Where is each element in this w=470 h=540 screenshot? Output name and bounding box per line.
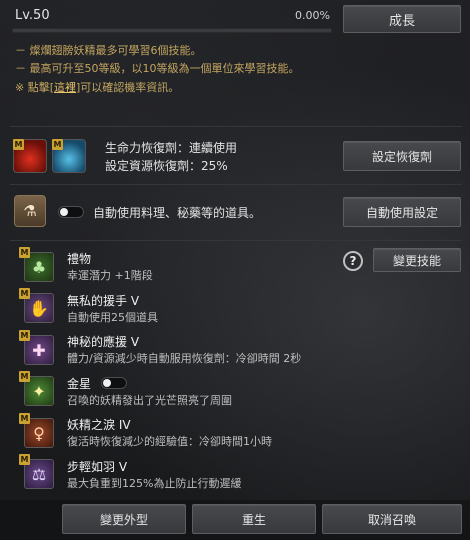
m-badge: M <box>19 413 30 424</box>
info-line-3: ※ 點擊[這裡]可以確認機率資訊。 <box>15 79 179 95</box>
skill-name: 妖精之淚 IV <box>67 418 131 432</box>
skill-row-icon[interactable]: ✦ M <box>19 371 54 406</box>
skill-desc: 復活時恢復減少的經驗值：冷卻時間1小時 <box>67 435 272 448</box>
fairy-panel: Lv.50 0.00% 成長 － 燦爛翅膀妖精最多可學習6個技能。 － 最高可升… <box>0 0 470 540</box>
level-label: Lv.50 <box>15 8 50 23</box>
skill-row-icon[interactable]: ✋ M <box>19 288 54 323</box>
skill-desc: 召喚的妖精發出了光芒照亮了周圍 <box>67 394 232 407</box>
skill-row-icon[interactable]: ♣ M <box>19 247 54 282</box>
skill-row-icon[interactable]: ♀ M <box>19 413 54 448</box>
skill-desc: 體力/資源減少時自動服用恢復劑：冷卻時間 2秒 <box>67 352 302 365</box>
skill-row-icon[interactable]: ✚ M <box>19 330 54 365</box>
feather-weight-icon: ⚖ <box>31 464 47 484</box>
grow-button[interactable]: 成長 <box>343 5 461 33</box>
auto-use-settings-button[interactable]: 自動使用設定 <box>343 197 461 227</box>
divider <box>10 126 462 127</box>
auto-use-item-slot[interactable]: ⚗ <box>14 195 46 227</box>
change-appearance-button[interactable]: 變更外型 <box>62 504 186 534</box>
m-badge: M <box>19 330 30 341</box>
skill-name: 無私的援手 V <box>67 294 140 308</box>
hp-potion-setting: 生命力恢復劑：連續使用 <box>105 141 238 155</box>
toggle-knob <box>60 208 68 216</box>
exp-bar <box>12 28 332 33</box>
help-icon[interactable]: ? <box>343 251 363 271</box>
toggle-knob <box>103 379 111 387</box>
exp-percent: 0.00% <box>295 9 330 22</box>
divider <box>10 184 462 185</box>
skill-name: 神秘的應援 V <box>67 335 140 349</box>
resource-potion-setting: 設定資源恢復劑：25% <box>105 159 228 173</box>
potion-cheer-icon: ✚ <box>32 340 46 360</box>
info-line-1: － 燦爛翅膀妖精最多可學習6個技能。 <box>15 44 202 57</box>
skill-desc: 自動使用25個道具 <box>67 311 158 324</box>
info-line-3-suffix: ]可以確認機率資訊。 <box>76 81 180 94</box>
auto-use-label: 自動使用料理、秘藥等的道具。 <box>93 206 262 220</box>
skill-desc: 最大負重到125%為止防止行動遲緩 <box>67 477 242 490</box>
flask-gear-icon: ⚗ <box>23 202 37 220</box>
m-badge: M <box>52 139 63 150</box>
tear-icon: ♀ <box>33 423 45 443</box>
skill-name: 金星 <box>67 377 92 391</box>
m-badge: M <box>19 247 30 258</box>
info-line-2: － 最高可升至50等級，以10等級為一個單位來學習技能。 <box>15 62 300 75</box>
dismiss-summon-button[interactable]: 取消召喚 <box>322 504 462 534</box>
lantern-icon: ✦ <box>32 381 46 401</box>
skill-name: 禮物 <box>67 252 92 266</box>
rebirth-button[interactable]: 重生 <box>192 504 316 534</box>
m-badge: M <box>13 139 24 150</box>
divider <box>10 240 462 241</box>
skill-name: 步輕如羽 V <box>67 460 128 474</box>
m-badge: M <box>19 371 30 382</box>
venus-toggle[interactable] <box>101 377 127 389</box>
skill-row-icon[interactable]: ⚖ M <box>19 454 54 489</box>
auto-use-toggle[interactable] <box>58 206 84 218</box>
hp-potion-slot[interactable]: M <box>13 139 47 173</box>
info-line-3-prefix: ※ 點擊[ <box>15 81 55 94</box>
skill-desc: 幸運潛力 +1階段 <box>67 269 153 282</box>
clover-icon: ♣ <box>31 257 47 277</box>
probability-info-link[interactable]: 這裡 <box>54 81 76 94</box>
m-badge: M <box>19 454 30 465</box>
resource-potion-slot[interactable]: M <box>52 139 86 173</box>
fairy-hand-icon: ✋ <box>29 298 49 318</box>
set-potion-button[interactable]: 設定恢復劑 <box>343 141 461 171</box>
change-skill-button[interactable]: 變更技能 <box>373 248 461 272</box>
m-badge: M <box>19 288 30 299</box>
